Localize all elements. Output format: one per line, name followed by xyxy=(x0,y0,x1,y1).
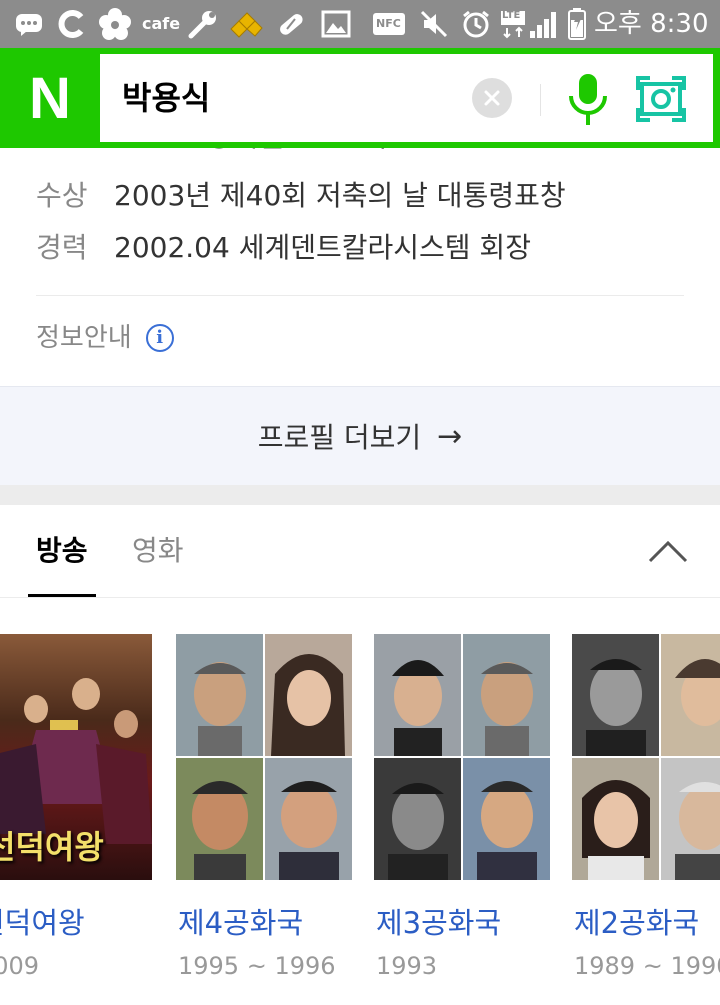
wrench-icon xyxy=(186,8,220,40)
cast-photo xyxy=(176,758,263,880)
drama-title[interactable]: 제3공화국 xyxy=(376,900,501,942)
drama-title[interactable]: 선덕여왕 xyxy=(0,900,85,942)
lte-label: LTE xyxy=(502,10,521,21)
cast-photo xyxy=(176,634,263,756)
divider xyxy=(36,295,684,296)
tab-movie[interactable]: 영화 xyxy=(132,505,184,597)
cast-photo xyxy=(572,758,659,880)
profile-row-key: 수상 xyxy=(36,179,88,212)
profile-row-award: 수상 2003년 제40회 저축의 날 대통령표창 xyxy=(36,176,566,216)
profile-more-button[interactable]: 프로필 더보기 → xyxy=(0,386,720,486)
info-icon[interactable]: i xyxy=(145,324,174,352)
drama-title[interactable]: 제2공화국 xyxy=(574,900,699,942)
cast-photo xyxy=(265,758,352,880)
naver-logo[interactable]: N xyxy=(0,48,100,148)
mute-icon xyxy=(418,8,450,40)
search-box[interactable]: 박용식 xyxy=(100,54,713,142)
close-icon xyxy=(484,90,500,106)
drama-poster[interactable] xyxy=(374,634,550,880)
battery-icon xyxy=(566,8,588,40)
filmography-tabs: 방송 영화 xyxy=(0,505,720,598)
search-header: N 박용식 xyxy=(0,48,720,148)
profile-more-label: 프로필 더보기 xyxy=(257,421,422,454)
drama-poster[interactable]: 선덕여왕 xyxy=(0,634,152,880)
pill-icon xyxy=(274,8,308,40)
clear-search-button[interactable] xyxy=(472,78,512,118)
profile-row-value: 2003년 제40회 저축의 날 대통령표창 xyxy=(114,179,566,212)
chevron-up-icon xyxy=(648,540,688,563)
cast-photo xyxy=(572,634,659,756)
poster-title-text: 선덕여왕 xyxy=(0,828,104,866)
drama-list: 선덕여왕 선덕여왕 2009 제4공화국 1995 ~ 1996 xyxy=(0,598,720,1005)
gold-bars-icon xyxy=(228,8,264,40)
profile-row-key: 경력 xyxy=(36,231,88,264)
flower-app-icon xyxy=(98,8,132,40)
cafe-app-label: cafe xyxy=(142,14,181,33)
drama-years: 1993 xyxy=(376,952,438,980)
drama-years: 1995 ~ 1996 xyxy=(178,952,336,980)
status-bar: cafe NFC LTE 오후 8:30 xyxy=(0,0,720,48)
cast-photo xyxy=(661,634,720,756)
cast-photo xyxy=(661,758,720,880)
c-app-icon xyxy=(56,8,88,40)
alarm-icon xyxy=(460,8,492,40)
drama-poster[interactable] xyxy=(572,634,720,880)
camera-lens-icon xyxy=(636,76,686,122)
divider xyxy=(540,84,541,116)
section-gap xyxy=(0,485,720,505)
cast-photo xyxy=(463,634,550,756)
signal-icon xyxy=(528,8,562,40)
drama-years: 2009 xyxy=(0,952,40,980)
naver-logo-letter: N xyxy=(29,65,71,131)
collapse-button[interactable] xyxy=(644,535,692,567)
drama-years: 1989 ~ 1990 xyxy=(574,952,720,980)
cast-photo xyxy=(265,634,352,756)
microphone-icon xyxy=(569,74,607,125)
nfc-label: NFC xyxy=(376,17,401,30)
tab-broadcast[interactable]: 방송 xyxy=(28,505,95,597)
lens-search-button[interactable] xyxy=(636,76,686,122)
clock: 오후 8:30 xyxy=(594,9,709,39)
drama-poster[interactable] xyxy=(176,634,352,880)
drama-title[interactable]: 제4공화국 xyxy=(178,900,303,942)
chat-bubble-icon xyxy=(14,8,44,40)
image-icon xyxy=(320,8,352,40)
voice-search-button[interactable] xyxy=(564,72,612,128)
info-guide-label: 정보안내 xyxy=(36,323,132,353)
info-guide[interactable]: 정보안내 i xyxy=(36,318,174,358)
arrow-right-icon: → xyxy=(437,418,463,454)
profile-row-value: 2002.04 세계덴트칼라시스템 회장 xyxy=(114,231,531,264)
cast-photo xyxy=(374,634,461,756)
cast-photo xyxy=(374,758,461,880)
search-input[interactable]: 박용식 xyxy=(122,54,210,142)
cast-photo xyxy=(463,758,550,880)
profile-row-career: 경력 2002.04 세계덴트칼라시스템 회장 xyxy=(36,228,531,268)
